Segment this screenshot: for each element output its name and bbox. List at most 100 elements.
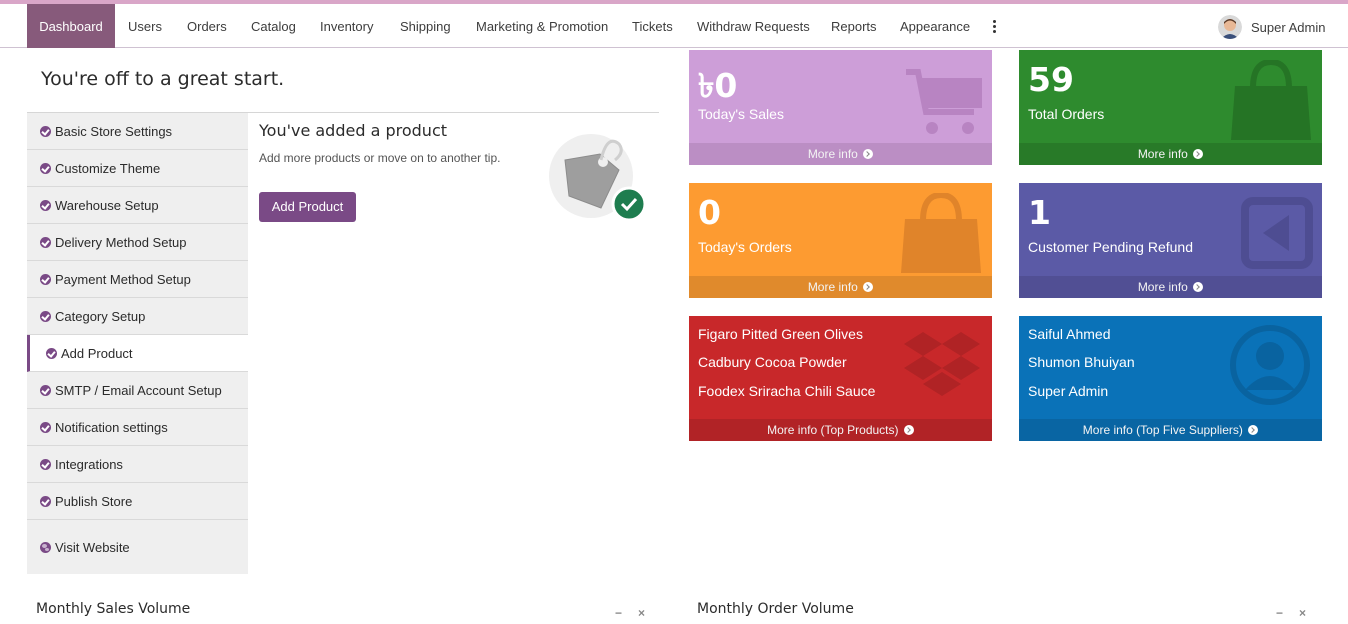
setup-steps-list: Basic Store Settings Customize Theme War… xyxy=(27,113,248,574)
nav-orders[interactable]: Orders xyxy=(187,4,227,48)
nav-dashboard[interactable]: Dashboard xyxy=(27,4,115,48)
caret-left-square-icon xyxy=(1241,197,1313,269)
top-navbar: Dashboard Users Orders Catalog Inventory… xyxy=(0,4,1348,48)
step-basic-store-settings[interactable]: Basic Store Settings xyxy=(27,113,248,150)
minimize-icon[interactable]: − xyxy=(1276,606,1283,620)
arrow-circle-right-icon xyxy=(903,425,914,435)
card-top-products: Figaro Pitted Green Olives Cadbury Cocoa… xyxy=(689,316,992,441)
check-circle-icon xyxy=(40,495,51,507)
step-category-setup[interactable]: Category Setup xyxy=(27,298,248,335)
nav-catalog[interactable]: Catalog xyxy=(251,4,296,48)
shopping-bag-icon xyxy=(1231,60,1311,140)
monthly-order-volume-title: Monthly Order Volume xyxy=(697,601,854,617)
sales-more-info-link[interactable]: More info xyxy=(689,143,992,165)
top-product-item: Figaro Pitted Green Olives xyxy=(698,326,863,342)
close-icon[interactable]: × xyxy=(1299,606,1306,620)
nav-reports[interactable]: Reports xyxy=(831,4,877,48)
minimize-icon[interactable]: − xyxy=(615,606,622,620)
nav-inventory[interactable]: Inventory xyxy=(320,4,373,48)
nav-shipping[interactable]: Shipping xyxy=(400,4,451,48)
step-integrations[interactable]: Integrations xyxy=(27,446,248,483)
cart-icon xyxy=(906,69,982,134)
check-circle-icon xyxy=(40,236,51,248)
arrow-circle-right-icon xyxy=(863,282,874,292)
card-todays-orders: 0 Today's Orders More info xyxy=(689,183,992,298)
nav-appearance[interactable]: Appearance xyxy=(900,4,970,48)
welcome-heading: You're off to a great start. xyxy=(41,68,285,90)
step-label: Publish Store xyxy=(55,493,133,509)
total-orders-value: 59 xyxy=(1028,60,1074,99)
step-smtp-email-setup[interactable]: SMTP / Email Account Setup xyxy=(27,372,248,409)
user-menu[interactable]: Super Admin xyxy=(1218,15,1325,39)
more-info-label: More info xyxy=(807,280,858,294)
step-publish-store[interactable]: Publish Store xyxy=(27,483,248,520)
user-circle-icon xyxy=(1230,325,1310,405)
nav-tickets[interactable]: Tickets xyxy=(632,4,673,48)
top-supplier-item: Saiful Ahmed xyxy=(1028,326,1111,342)
tip-title: You've added a product xyxy=(259,121,448,140)
nav-marketing[interactable]: Marketing & Promotion xyxy=(476,4,608,48)
kebab-vertical-icon[interactable] xyxy=(990,20,998,34)
check-circle-icon xyxy=(40,162,51,174)
step-label: Payment Method Setup xyxy=(55,271,191,287)
top-products-more-info-link[interactable]: More info (Top Products) xyxy=(689,419,992,441)
todays-orders-more-info-link[interactable]: More info xyxy=(689,276,992,298)
tip-text: Add more products or move on to another … xyxy=(259,151,501,165)
globe-icon xyxy=(40,541,51,553)
add-product-button[interactable]: Add Product xyxy=(259,192,356,222)
step-warehouse-setup[interactable]: Warehouse Setup xyxy=(27,187,248,224)
nav-users[interactable]: Users xyxy=(128,4,162,48)
step-label: Delivery Method Setup xyxy=(55,234,187,250)
top-product-item: Cadbury Cocoa Powder xyxy=(698,354,847,370)
card-top-suppliers: Saiful Ahmed Shumon Bhuiyan Super Admin … xyxy=(1019,316,1322,441)
step-visit-website[interactable]: Visit Website xyxy=(27,520,248,574)
top-suppliers-more-info-link[interactable]: More info (Top Five Suppliers) xyxy=(1019,419,1322,441)
check-circle-icon xyxy=(40,199,51,211)
todays-orders-value: 0 xyxy=(698,193,721,232)
pending-refund-value: 1 xyxy=(1028,193,1051,232)
card-total-orders: 59 Total Orders More info xyxy=(1019,50,1322,165)
step-customize-theme[interactable]: Customize Theme xyxy=(27,150,248,187)
check-circle-icon xyxy=(46,347,57,359)
more-info-label: More info xyxy=(807,147,858,161)
step-label: Add Product xyxy=(61,345,133,361)
step-add-product[interactable]: Add Product xyxy=(27,335,248,372)
arrow-circle-right-icon xyxy=(1193,149,1204,159)
todays-orders-label: Today's Orders xyxy=(698,239,792,255)
card-pending-refund: 1 Customer Pending Refund More info xyxy=(1019,183,1322,298)
top-supplier-item: Super Admin xyxy=(1028,383,1109,399)
check-circle-icon xyxy=(40,125,51,137)
step-label: Basic Store Settings xyxy=(55,123,173,139)
more-info-label: More info xyxy=(1137,147,1188,161)
monthly-sales-volume-title: Monthly Sales Volume xyxy=(36,601,191,617)
avatar xyxy=(1218,15,1242,39)
arrow-circle-right-icon xyxy=(1193,282,1204,292)
step-label: SMTP / Email Account Setup xyxy=(55,382,222,398)
arrow-circle-right-icon xyxy=(863,149,874,159)
step-label: Integrations xyxy=(55,456,123,472)
nav-withdraw-requests[interactable]: Withdraw Requests xyxy=(697,4,810,48)
pending-refund-more-info-link[interactable]: More info xyxy=(1019,276,1322,298)
dropbox-icon xyxy=(904,332,980,396)
product-tag-check-icon xyxy=(545,130,651,224)
step-delivery-method-setup[interactable]: Delivery Method Setup xyxy=(27,224,248,261)
user-name: Super Admin xyxy=(1251,19,1326,35)
close-icon[interactable]: × xyxy=(638,606,645,620)
top-supplier-item: Shumon Bhuiyan xyxy=(1028,354,1135,370)
shopping-bag-icon xyxy=(901,193,981,273)
card-todays-sales: ৳0 Today's Sales More info xyxy=(689,50,992,165)
check-circle-icon xyxy=(40,310,51,322)
more-info-label: More info (Top Products) xyxy=(767,423,899,437)
more-info-label: More info (Top Five Suppliers) xyxy=(1082,423,1243,437)
pending-refund-label: Customer Pending Refund xyxy=(1028,239,1193,255)
check-circle-icon xyxy=(40,273,51,285)
step-label: Warehouse Setup xyxy=(55,197,159,213)
step-notification-settings[interactable]: Notification settings xyxy=(27,409,248,446)
more-info-label: More info xyxy=(1137,280,1188,294)
top-product-item: Foodex Sriracha Chili Sauce xyxy=(698,383,876,399)
check-circle-icon xyxy=(40,384,51,396)
check-circle-icon xyxy=(40,458,51,470)
step-payment-method-setup[interactable]: Payment Method Setup xyxy=(27,261,248,298)
total-orders-more-info-link[interactable]: More info xyxy=(1019,143,1322,165)
step-label: Visit Website xyxy=(55,539,130,555)
